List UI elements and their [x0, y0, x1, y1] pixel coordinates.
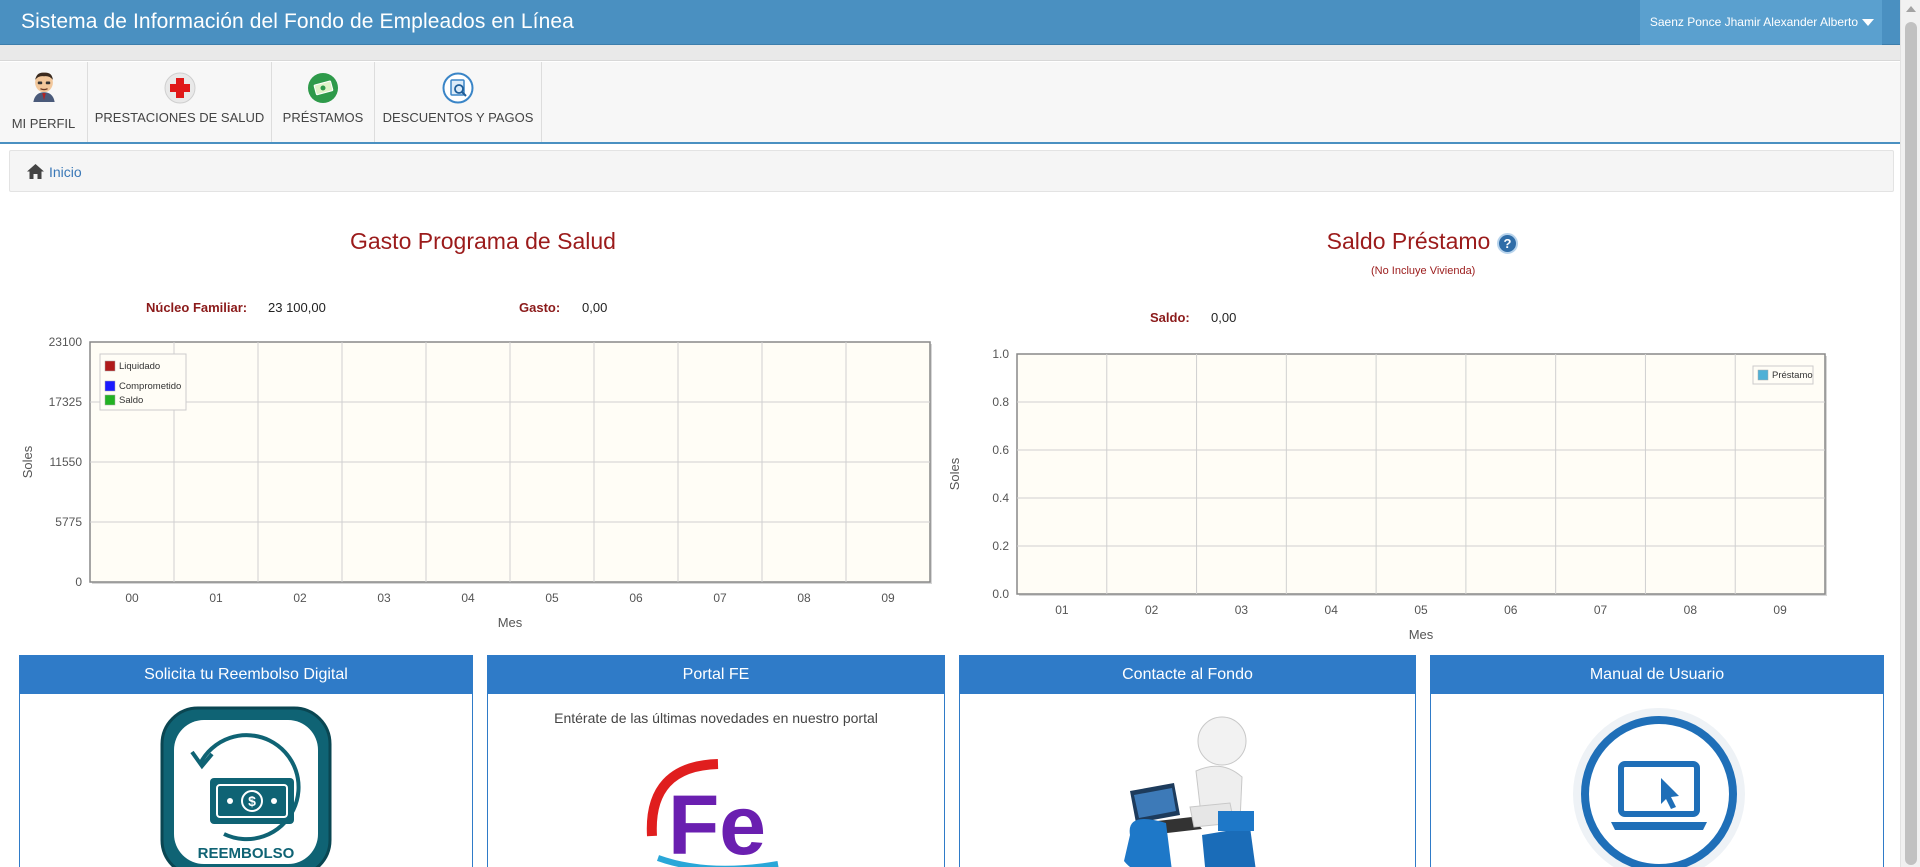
card-text: Entérate de las últimas novedades en nue…: [554, 710, 878, 726]
legend-label: Comprometido: [119, 381, 181, 392]
y-tick-label: 11550: [50, 455, 83, 469]
fe-logo-text: Fe: [668, 778, 766, 867]
x-tick-label: 06: [1504, 603, 1518, 617]
y-axis-title: Soles: [20, 445, 35, 478]
x-tick-label: 03: [1235, 603, 1249, 617]
x-tick-label: 09: [881, 591, 895, 605]
balance-value: 0,00: [1211, 310, 1237, 325]
legend-label: Préstamo: [1772, 370, 1813, 381]
x-tick-label: 04: [1325, 603, 1339, 617]
card-portal-fe[interactable]: Portal FE Entérate de las últimas noveda…: [487, 655, 945, 867]
legend-swatch: [1757, 369, 1769, 381]
module-label: PRESTACIONES DE SALUD: [94, 110, 265, 125]
legend-label: Saldo: [119, 395, 143, 406]
x-tick-label: 08: [1684, 603, 1698, 617]
x-tick-label: 05: [545, 591, 559, 605]
header-subbar: [0, 45, 1900, 61]
legend-swatch: [104, 360, 116, 372]
module-prestamos[interactable]: PRÉSTAMOS: [272, 62, 375, 142]
chart-legend: Préstamo: [1752, 365, 1814, 385]
home-icon: [27, 164, 44, 179]
y-tick-label: 17325: [49, 395, 83, 409]
y-tick-label: 1.0: [992, 347, 1009, 361]
x-tick-label: 06: [629, 591, 643, 605]
spend-label: Gasto:: [519, 300, 561, 315]
top-header: Sistema de Información del Fondo de Empl…: [0, 0, 1900, 45]
y-tick-label: 0.2: [992, 539, 1009, 553]
module-label: DESCUENTOS Y PAGOS: [382, 110, 534, 125]
vertical-scrollbar[interactable]: [1900, 0, 1920, 867]
red-cross-icon: [164, 72, 195, 104]
money-icon: [308, 73, 338, 103]
y-tick-label: 0.8: [992, 395, 1009, 409]
balance-label: Saldo:: [1150, 310, 1190, 325]
user-avatar-icon: [32, 72, 55, 102]
plot-area: [1016, 353, 1826, 595]
x-tick-label: 01: [1055, 603, 1069, 617]
module-prestaciones-salud[interactable]: PRESTACIONES DE SALUD: [88, 62, 272, 142]
x-tick-label: 05: [1414, 603, 1428, 617]
x-tick-label: 07: [713, 591, 727, 605]
x-tick-label: 00: [125, 591, 139, 605]
family-value: 23 100,00: [268, 300, 326, 315]
x-tick-label: 02: [293, 591, 307, 605]
y-axis-title: Soles: [950, 457, 962, 490]
x-tick-label: 09: [1773, 603, 1787, 617]
user-menu[interactable]: Saenz Ponce Jhamir Alexander Alberto: [1639, 0, 1882, 45]
help-icon[interactable]: ?: [1497, 233, 1518, 254]
card-title: Solicita tu Reembolso Digital: [20, 656, 472, 694]
loan-chart-title: Saldo Préstamo: [1326, 228, 1491, 254]
user-name: Saenz Ponce Jhamir Alexander Alberto: [1649, 15, 1858, 29]
x-tick-label: 08: [797, 591, 811, 605]
svg-text:$: $: [248, 793, 256, 809]
y-tick-label: 0.0: [992, 587, 1009, 601]
person-laptop-image[interactable]: [1110, 711, 1280, 867]
card-title: Portal FE: [488, 656, 944, 694]
legend-label: Liquidado: [119, 361, 160, 372]
module-label: PRÉSTAMOS: [282, 110, 364, 125]
y-tick-label: 0.6: [992, 443, 1009, 457]
card-reembolso[interactable]: Solicita tu Reembolso Digital $ REEMBOLS…: [19, 655, 473, 867]
module-mi-perfil[interactable]: MI PERFIL: [0, 62, 88, 142]
scroll-up-arrow-icon[interactable]: [1906, 6, 1916, 12]
y-tick-label: 0.4: [992, 491, 1009, 505]
x-tick-label: 03: [377, 591, 391, 605]
receipt-search-icon: [442, 72, 474, 104]
health-chart: 0 5775 11550 17325 23100 00 01 02 03 04 05 06 07 08 09…: [20, 335, 932, 630]
x-tick-label: 07: [1594, 603, 1608, 617]
legend-swatch: [104, 380, 116, 392]
app-title: Sistema de Información del Fondo de Empl…: [21, 10, 574, 33]
card-manual-usuario[interactable]: Manual de Usuario: [1430, 655, 1884, 867]
caret-down-icon: [1862, 19, 1874, 26]
y-tick-label: 23100: [49, 335, 83, 349]
card-title: Manual de Usuario: [1431, 656, 1883, 694]
portal-fe-logo[interactable]: Fe: [638, 746, 798, 867]
x-axis-title: Mes: [1409, 627, 1434, 642]
x-tick-label: 02: [1145, 603, 1159, 617]
y-tick-label: 5775: [55, 515, 82, 529]
card-contacte-fondo[interactable]: Contacte al Fondo: [959, 655, 1416, 867]
loan-chart-subtitle: (No Incluye Vivienda): [1371, 265, 1476, 277]
reimbursement-image-text: REEMBOLSO: [198, 845, 295, 862]
y-tick-label: 0: [75, 575, 82, 589]
breadcrumb: Inicio: [9, 150, 1894, 192]
scrollbar-thumb[interactable]: [1905, 22, 1917, 865]
x-axis-title: Mes: [498, 615, 523, 630]
x-tick-label: 04: [461, 591, 475, 605]
spend-value: 0,00: [582, 300, 608, 315]
laptop-cursor-icon[interactable]: [1571, 706, 1747, 867]
module-descuentos-pagos[interactable]: DESCUENTOS Y PAGOS: [375, 62, 542, 142]
legend-swatch: [104, 394, 116, 406]
x-tick-label: 01: [209, 591, 223, 605]
chart-legend: Liquidado Comprometido Saldo: [99, 353, 187, 411]
module-nav: MI PERFIL PRESTACIONES DE SALUD PRÉSTAMO…: [0, 62, 1900, 144]
reimbursement-app-icon[interactable]: $ REEMBOLSO: [160, 706, 332, 867]
breadcrumb-home-link[interactable]: Inicio: [49, 164, 82, 180]
card-title: Contacte al Fondo: [960, 656, 1415, 694]
health-chart-title: Gasto Programa de Salud: [350, 228, 616, 254]
module-label: MI PERFIL: [11, 116, 76, 131]
loan-chart: 0.0 0.2 0.4 0.6 0.8 1.0 01 02 03 04 05 06 07 08 09 Mes S…: [950, 347, 1827, 642]
family-label: Núcleo Familiar:: [146, 300, 248, 315]
